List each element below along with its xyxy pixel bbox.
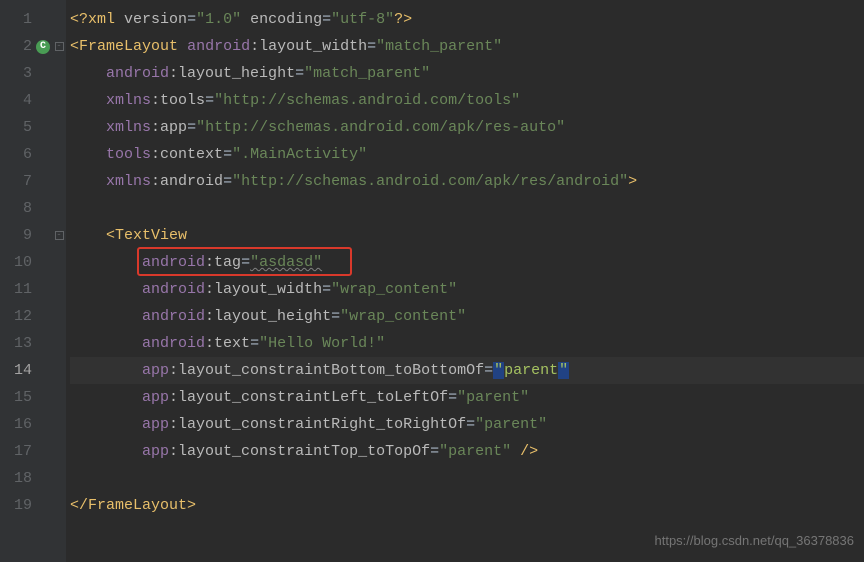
line-number: 3 [0, 60, 52, 87]
code-line[interactable] [70, 195, 864, 222]
line-number: 16 [0, 411, 52, 438]
line-number: 9 [0, 222, 52, 249]
line-number: 1 [0, 6, 52, 33]
code-line[interactable]: <?xml version="1.0" encoding="utf-8"?> [70, 6, 864, 33]
code-line[interactable]: android:layout_height="match_parent" [70, 60, 864, 87]
line-number: 18 [0, 465, 52, 492]
code-line[interactable]: <TextView [70, 222, 864, 249]
line-number: 12 [0, 303, 52, 330]
line-number: 13 [0, 330, 52, 357]
code-line[interactable] [70, 465, 864, 492]
code-line[interactable]: app:layout_constraintTop_toTopOf="parent… [70, 438, 864, 465]
code-line[interactable]: android:layout_height="wrap_content" [70, 303, 864, 330]
class-marker-icon[interactable]: C [36, 40, 50, 54]
line-number: 15 [0, 384, 52, 411]
code-line[interactable]: android:layout_width="wrap_content" [70, 276, 864, 303]
line-number: 10 [0, 249, 52, 276]
code-line[interactable]: app:layout_constraintRight_toRightOf="pa… [70, 411, 864, 438]
code-area[interactable]: <?xml version="1.0" encoding="utf-8"?> <… [66, 0, 864, 562]
fold-minus-icon[interactable]: - [55, 231, 64, 240]
line-number: 19 [0, 492, 52, 519]
code-line[interactable]: tools:context=".MainActivity" [70, 141, 864, 168]
code-line[interactable]: app:layout_constraintBottom_toBottomOf="… [70, 357, 864, 384]
watermark-text: https://blog.csdn.net/qq_36378836 [655, 527, 855, 554]
line-number: 5 [0, 114, 52, 141]
code-editor[interactable]: 1 2C 3 4 5 6 7 8 9 10 11 12 13 14 15 16 … [0, 0, 864, 562]
code-line[interactable]: app:layout_constraintLeft_toLeftOf="pare… [70, 384, 864, 411]
line-number-gutter: 1 2C 3 4 5 6 7 8 9 10 11 12 13 14 15 16 … [0, 0, 52, 562]
code-line[interactable]: android:text="Hello World!" [70, 330, 864, 357]
code-line[interactable]: <FrameLayout android:layout_width="match… [70, 33, 864, 60]
fold-column: - - [52, 0, 66, 562]
line-number: 14 [0, 357, 52, 384]
code-line[interactable]: xmlns:app="http://schemas.android.com/ap… [70, 114, 864, 141]
fold-minus-icon[interactable]: - [55, 42, 64, 51]
code-line[interactable]: </FrameLayout> [70, 492, 864, 519]
code-line[interactable]: xmlns:tools="http://schemas.android.com/… [70, 87, 864, 114]
line-number: 7 [0, 168, 52, 195]
line-number: 4 [0, 87, 52, 114]
line-number: 6 [0, 141, 52, 168]
code-line[interactable]: android:tag="asdasd" [70, 249, 864, 276]
code-line[interactable]: xmlns:android="http://schemas.android.co… [70, 168, 864, 195]
line-number: 2C [0, 33, 52, 60]
line-number: 8 [0, 195, 52, 222]
line-number: 11 [0, 276, 52, 303]
line-number: 17 [0, 438, 52, 465]
